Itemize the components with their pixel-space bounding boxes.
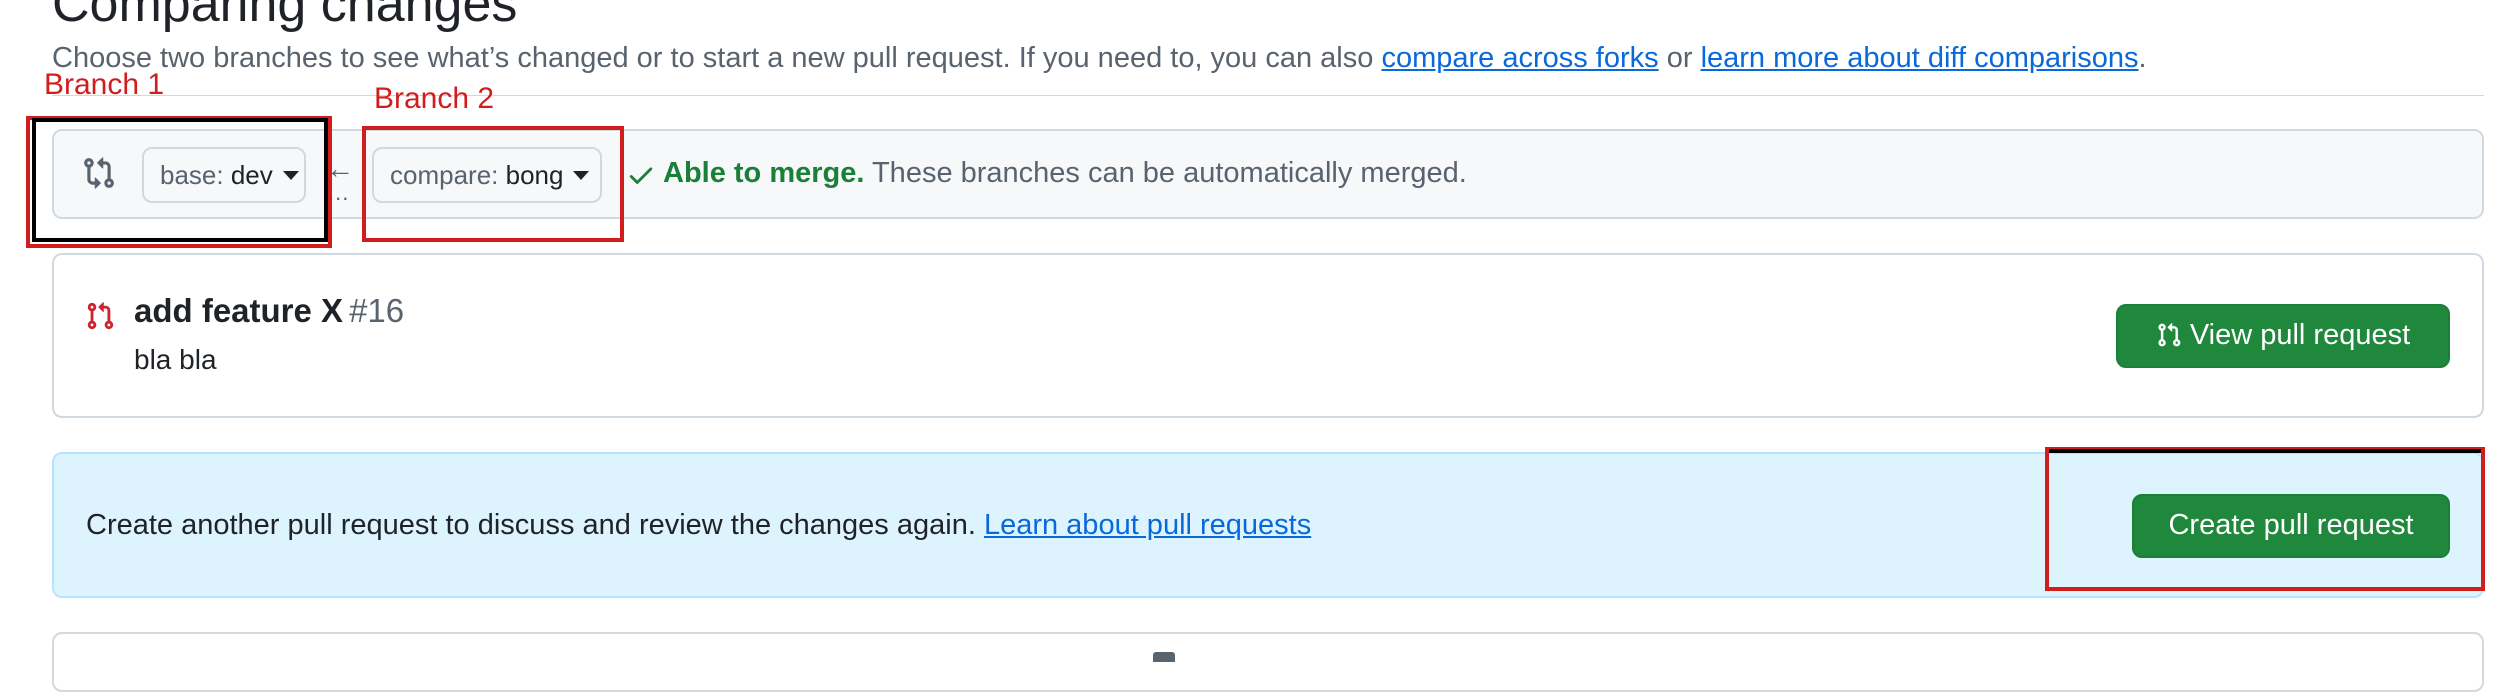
description-suffix: .: [2138, 42, 2147, 74]
check-icon: [629, 167, 653, 184]
annotation-branch-2-box: [362, 126, 624, 242]
pull-request-number: #16: [349, 292, 405, 329]
git-pull-request-icon: [87, 302, 114, 330]
page-title: Comparing changes: [52, 0, 518, 33]
create-pull-request-text: Create another pull request to discuss a…: [86, 507, 1311, 543]
description-prefix: Choose two branches to see what’s change…: [52, 42, 1382, 74]
description-or: or: [1658, 42, 1701, 74]
page-description: Choose two branches to see what’s change…: [52, 40, 2147, 76]
compare-across-forks-link[interactable]: compare across forks: [1381, 42, 1658, 74]
commits-summary-card: [52, 632, 2484, 692]
annotation-branch-1-label: Branch 1: [44, 68, 165, 101]
merge-status: Able to merge. These branches can be aut…: [663, 155, 1467, 191]
annotation-create-button-inner-edge: [2049, 449, 2481, 453]
annotation-create-button-box: [2045, 447, 2485, 591]
pull-request-title[interactable]: add feature X #16: [134, 292, 404, 330]
pull-request-body: bla bla: [134, 344, 217, 375]
annotation-branch-2-label: Branch 2: [374, 82, 495, 115]
learn-about-pull-requests-link[interactable]: Learn about pull requests: [984, 509, 1311, 541]
merge-status-text: These branches can be automatically merg…: [864, 157, 1467, 189]
file-icon: [1153, 652, 1175, 662]
view-pull-request-label: View pull request: [2189, 319, 2411, 351]
merge-status-ok: Able to merge.: [663, 157, 865, 189]
pull-request-title-text: add feature X: [134, 292, 344, 329]
git-pull-request-icon: [2158, 322, 2181, 347]
view-pull-request-button[interactable]: View pull request: [2116, 304, 2450, 368]
annotation-branch-1-inner-box: [32, 118, 328, 242]
create-pull-request-message: Create another pull request to discuss a…: [86, 509, 984, 541]
learn-diff-comparisons-link[interactable]: learn more about diff comparisons: [1701, 42, 2139, 74]
